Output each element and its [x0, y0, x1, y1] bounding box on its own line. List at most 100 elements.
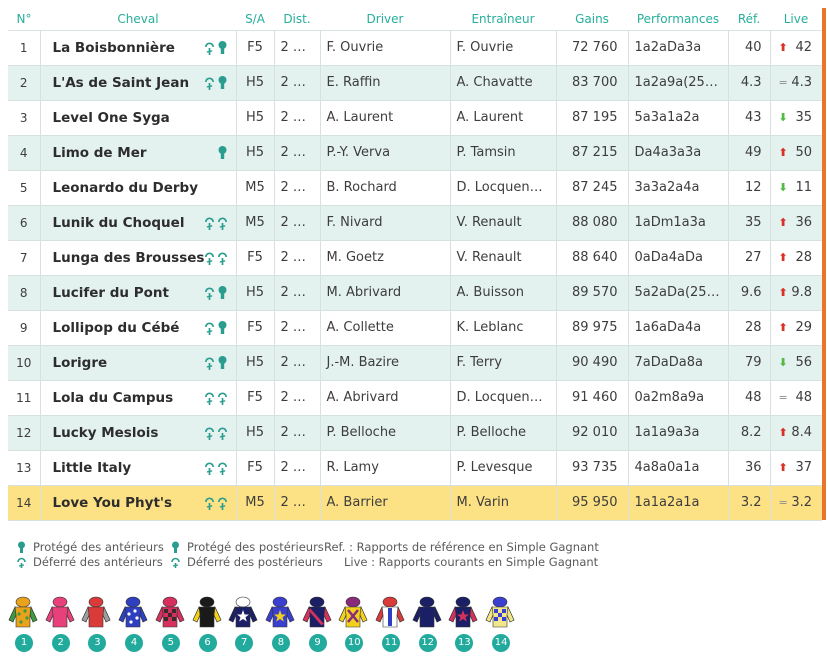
distance: 2 875 [274, 275, 321, 311]
driver-name: F. Ouvrie [320, 30, 451, 66]
reference-odds: 27 [728, 240, 771, 276]
table-row[interactable]: 8 Lucifer du Pont H5 2 875 M. Abrivard A. Bui… [8, 275, 822, 311]
table-row[interactable]: 6 Lunik du Choquel M5 2 875 F. Nivard V. Rena… [8, 205, 822, 241]
horse-name[interactable]: L'As de Saint Jean [40, 65, 237, 101]
table-row[interactable]: 12 Lucky Meslois H5 2 875 P. Belloche P. Bell… [8, 415, 822, 451]
horse-name[interactable]: Lola du Campus [40, 380, 237, 416]
horse-name[interactable]: Lollipop du Cébé [40, 310, 237, 346]
table-row[interactable]: 4 Limo de Mer H5 2 875 P.-Y. Verva P. Tamsin 8… [8, 135, 822, 171]
sex-age: F5 [236, 30, 275, 66]
sex-age: F5 [236, 310, 275, 346]
driver-name: P.-Y. Verva [320, 135, 451, 171]
silk-number: 1 [15, 634, 33, 652]
header-gains[interactable]: Gains [556, 8, 628, 31]
jockey-silk: 1 [6, 594, 40, 654]
live-odds: 9.8 ⬆ [770, 275, 822, 311]
horse-name[interactable]: Lorigre [40, 345, 237, 381]
sex-age: F5 [236, 240, 275, 276]
header-num[interactable]: N° [8, 8, 40, 31]
trainer-name: P. Levesque [450, 450, 557, 486]
performances: 1a2aDa3a [628, 30, 729, 66]
jockey-silk: 10 [336, 594, 370, 654]
header-sa[interactable]: S/A [236, 8, 274, 31]
header-ref[interactable]: Réf. [728, 8, 770, 31]
distance: 2 875 [274, 310, 321, 346]
horse-number: 2 [8, 65, 41, 101]
horse-name[interactable]: Lunga des Brousses [40, 240, 237, 276]
trend-equal-icon: = [778, 390, 788, 404]
driver-name: A. Abrivard [320, 380, 451, 416]
horse-name[interactable]: Little Italy [40, 450, 237, 486]
horse-name[interactable]: Lunik du Choquel [40, 205, 237, 241]
trainer-name: D. Locqueneux [450, 380, 557, 416]
header-dist[interactable]: Dist. [274, 8, 320, 31]
live-odds: 37 ⬆ [770, 450, 822, 486]
silk-icon [45, 596, 75, 628]
header-live[interactable]: Live [770, 8, 822, 31]
table-row[interactable]: 2 L'As de Saint Jean H5 2 875 E. Raffin A. Ch… [8, 65, 822, 101]
horse-name[interactable]: Level One Syga [40, 100, 237, 136]
distance: 2 875 [274, 135, 321, 171]
shoeing-icons [204, 320, 228, 336]
table-row[interactable]: 14 Love You Phyt's M5 2 875 A. Barrier M. Var… [8, 485, 822, 521]
performances: 0aDa4aDa [628, 240, 729, 276]
protege-anterieurs-icon [18, 541, 25, 553]
protege-icon [218, 75, 226, 89]
legend-protege-posterieurs: Protégé des postérieurs [170, 540, 324, 554]
protege-icon [218, 320, 226, 334]
jockey-silk: 12 [410, 594, 444, 654]
table-row[interactable]: 13 Little Italy F5 2 875 R. Lamy P. Levesque 9… [8, 450, 822, 486]
header-entraineur[interactable]: Entraîneur [450, 8, 556, 31]
shoeing-icons [217, 145, 228, 161]
distance: 2 875 [274, 485, 321, 521]
table-row[interactable]: 1 La Boisbonnière F5 2 875 F. Ouvrie F. Ouvri… [8, 30, 822, 66]
live-odds: 42 ⬆ [770, 30, 822, 66]
header-driver[interactable]: Driver [320, 8, 450, 31]
legend-protege-anterieurs: Protégé des antérieurs [16, 540, 164, 554]
horse-name[interactable]: La Boisbonnière [40, 30, 237, 66]
shoeing-icons [204, 40, 228, 56]
deferre-anterieurs-icon [17, 557, 26, 568]
sex-age: H5 [236, 275, 275, 311]
trend-down-icon: ⬇ [778, 110, 788, 124]
sex-age: H5 [236, 415, 275, 451]
live-odds: 4.3 = [770, 65, 822, 101]
silk-icon [228, 596, 258, 628]
table-row[interactable]: 5 Leonardo du Derby M5 2 875 B. Rochard D. Lo… [8, 170, 822, 206]
live-odds: 36 ⬆ [770, 205, 822, 241]
deferre-icon [204, 251, 214, 265]
silk-icon [448, 596, 478, 628]
table-row[interactable]: 11 Lola du Campus F5 2 875 A. Abrivard D. Loc… [8, 380, 822, 416]
trainer-name: P. Belloche [450, 415, 557, 451]
live-odds: 28 ⬆ [770, 240, 822, 276]
horse-name[interactable]: Lucky Meslois [40, 415, 237, 451]
horse-name[interactable]: Love You Phyt's [40, 485, 237, 521]
driver-name: R. Lamy [320, 450, 451, 486]
live-odds: 56 ⬇ [770, 345, 822, 381]
header-cheval[interactable]: Cheval [40, 8, 236, 31]
horse-name[interactable]: Limo de Mer [40, 135, 237, 171]
table-row[interactable]: 3 Level One Syga H5 2 875 A. Laurent A. Laure… [8, 100, 822, 136]
silk-number: 11 [382, 634, 400, 652]
horse-number: 4 [8, 135, 41, 171]
partants-table-container: N° Cheval S/A Dist. Driver Entraîneur Ga… [8, 8, 822, 521]
reference-odds: 12 [728, 170, 771, 206]
header-performances[interactable]: Performances [628, 8, 728, 31]
earnings: 87 215 [556, 135, 629, 171]
horse-name[interactable]: Leonardo du Derby [40, 170, 237, 206]
table-row[interactable]: 7 Lunga des Brousses F5 2 875 M. Goetz V. Ren… [8, 240, 822, 276]
horse-number: 8 [8, 275, 41, 311]
table-row[interactable]: 10 Lorigre H5 2 875 J.-M. Bazire F. Terry 90 4… [8, 345, 822, 381]
table-row[interactable]: 9 Lollipop du Cébé F5 2 875 A. Collette K. Le… [8, 310, 822, 346]
trainer-name: A. Buisson [450, 275, 557, 311]
distance: 2 875 [274, 450, 321, 486]
jockey-silk: 14 [483, 594, 517, 654]
reference-odds: 4.3 [728, 65, 771, 101]
silk-icon [265, 596, 295, 628]
sex-age: H5 [236, 345, 275, 381]
reference-odds: 43 [728, 100, 771, 136]
silk-icon [155, 596, 185, 628]
silk-icon [338, 596, 368, 628]
earnings: 92 010 [556, 415, 629, 451]
horse-name[interactable]: Lucifer du Pont [40, 275, 237, 311]
